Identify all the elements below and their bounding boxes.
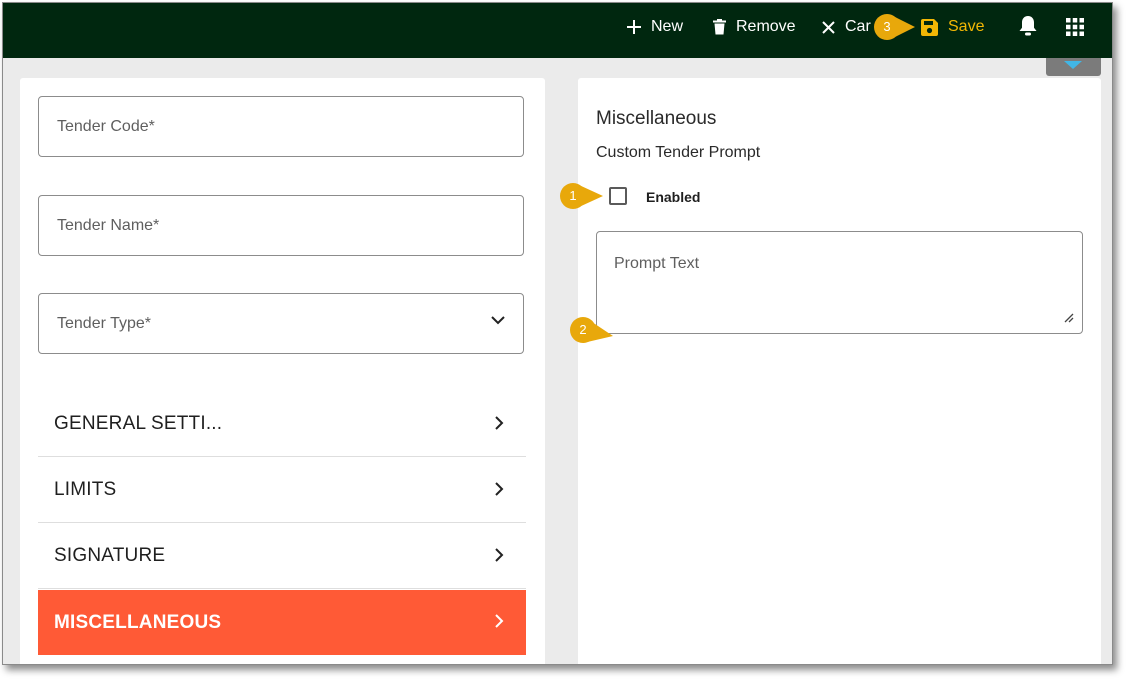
chevron-down-icon [491, 316, 505, 325]
chevron-right-icon [495, 416, 504, 430]
remove-button[interactable]: Remove [713, 3, 796, 51]
app-window: New Remove Car Save Tender Code* Tender … [2, 2, 1113, 665]
remove-button-label: Remove [736, 18, 796, 35]
caret-down-icon [1064, 61, 1082, 69]
enabled-checkbox[interactable] [609, 187, 627, 205]
callout-1: 1 [559, 182, 603, 210]
nav-item-label: GENERAL SETTI... [54, 413, 223, 434]
tender-code-placeholder: Tender Code* [57, 117, 155, 135]
cancel-button-label: Car [845, 18, 871, 35]
chevron-right-icon [495, 548, 504, 562]
close-icon [822, 20, 835, 34]
prompt-text-placeholder: Prompt Text [614, 255, 700, 272]
save-button[interactable]: Save [921, 3, 984, 51]
enabled-checkbox-label: Enabled [646, 189, 701, 205]
apps-grid-icon[interactable] [1066, 18, 1084, 36]
prompt-text-field[interactable]: Prompt Text [596, 231, 1083, 334]
new-button-label: New [651, 18, 684, 35]
tender-form-panel: Tender Code* Tender Name* Tender Type* G… [20, 78, 545, 664]
section-title: Miscellaneous [596, 108, 717, 129]
chevron-right-icon [495, 614, 504, 628]
collapse-panel-handle[interactable] [1046, 58, 1101, 76]
nav-item-signature[interactable]: SIGNATURE [38, 524, 526, 589]
trash-icon [713, 19, 726, 35]
nav-item-limits[interactable]: LIMITS [38, 458, 526, 523]
nav-item-label: MISCELLANEOUS [54, 611, 222, 633]
miscellaneous-panel: Miscellaneous Custom Tender Prompt Enabl… [578, 78, 1101, 664]
tender-type-placeholder: Tender Type* [57, 314, 151, 332]
tender-name-placeholder: Tender Name* [57, 216, 160, 234]
callout-number: 3 [883, 19, 891, 34]
chevron-right-icon [495, 482, 504, 496]
callout-number: 2 [579, 322, 587, 337]
tender-type-select[interactable]: Tender Type* [38, 293, 524, 354]
callout-2: 2 [569, 316, 613, 344]
tender-name-field[interactable]: Tender Name* [38, 195, 524, 256]
cancel-button[interactable]: Car [822, 3, 871, 51]
nav-item-general-settings[interactable]: GENERAL SETTI... [38, 392, 526, 457]
save-icon [921, 18, 938, 36]
callout-number: 1 [569, 188, 577, 203]
tender-code-field[interactable]: Tender Code* [38, 96, 524, 157]
nav-item-label: LIMITS [54, 479, 117, 500]
bell-icon[interactable] [1018, 15, 1038, 37]
top-toolbar: New Remove Car Save [3, 3, 1112, 58]
section-subtitle: Custom Tender Prompt [596, 144, 761, 161]
resize-grip-icon[interactable] [1064, 313, 1074, 323]
callout-3: 3 [873, 13, 915, 41]
nav-item-label: SIGNATURE [54, 545, 166, 566]
plus-icon [627, 20, 641, 34]
nav-item-miscellaneous[interactable]: MISCELLANEOUS [38, 590, 526, 655]
new-button[interactable]: New [627, 3, 683, 51]
save-button-label: Save [948, 18, 985, 35]
